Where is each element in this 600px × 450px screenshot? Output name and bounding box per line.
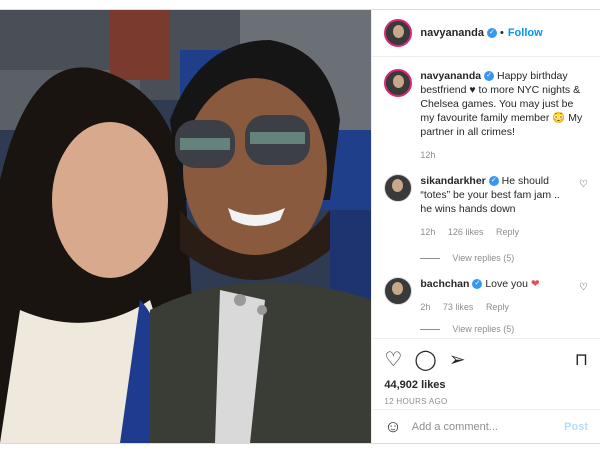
like-comment-heart-icon[interactable]: ♡ xyxy=(579,178,588,192)
reply-button[interactable]: Reply xyxy=(486,302,509,312)
comment-avatar[interactable] xyxy=(384,277,413,305)
caption-username[interactable]: navyananda xyxy=(420,70,481,82)
comment-username[interactable]: sikandarkher xyxy=(420,175,485,187)
view-replies-label[interactable]: View replies (5) xyxy=(452,251,514,265)
divider xyxy=(420,257,441,259)
comment-time: 2h xyxy=(420,302,431,312)
emoji-icon[interactable]: ☺ xyxy=(384,417,401,437)
caption: navyananda ✓ Happy birthday bestfriend ♥ … xyxy=(384,69,588,162)
comment-likes[interactable]: 126 likes xyxy=(448,227,484,237)
view-replies[interactable]: View replies (5) xyxy=(420,251,588,265)
comment-time: 12h xyxy=(420,227,436,237)
avatar[interactable] xyxy=(384,19,413,47)
comment-row: sikandarkher ✓ He should “totes” be your … xyxy=(384,174,588,239)
comment-likes[interactable]: 73 likes xyxy=(443,302,474,312)
comment-input[interactable]: Add a comment... xyxy=(412,421,564,433)
view-replies[interactable]: View replies (5) xyxy=(420,322,588,336)
comment-text: Love you xyxy=(485,278,528,290)
post-actions: ♡ ◯ ➢ ⊓ 44,902 likes 12 HOURS AGO xyxy=(372,338,600,406)
verified-badge-icon: ✓ xyxy=(472,279,483,290)
reply-button[interactable]: Reply xyxy=(496,227,519,237)
selfie-image xyxy=(0,10,372,443)
share-icon[interactable]: ➢ xyxy=(449,350,466,370)
caption-time: 12h xyxy=(420,150,436,160)
comment-username[interactable]: bachchan xyxy=(420,278,469,290)
post-comment-button[interactable]: Post xyxy=(564,421,588,433)
post-header: navyananda ✓ • Follow xyxy=(372,10,600,57)
likes-count[interactable]: 44,902 likes xyxy=(384,379,588,391)
comment-icon[interactable]: ◯ xyxy=(414,350,436,370)
post-photo[interactable] xyxy=(0,10,372,443)
divider xyxy=(420,328,441,330)
verified-badge-icon: ✓ xyxy=(488,176,499,187)
add-comment-bar: ☺ Add a comment... Post xyxy=(372,409,600,443)
comment-row: bachchan ✓ Love you ❤ 2h 73 likes Reply ♡ xyxy=(384,277,588,314)
post-time: 12 HOURS AGO xyxy=(384,397,448,406)
instagram-post: navyananda ✓ • Follow navyananda ✓ Happy … xyxy=(0,9,600,444)
separator-dot: • xyxy=(499,27,504,39)
red-heart-icon: ❤ xyxy=(530,278,540,290)
verified-badge-icon: ✓ xyxy=(486,28,497,38)
like-comment-heart-icon[interactable]: ♡ xyxy=(579,281,588,295)
heart-icon[interactable]: ♡ xyxy=(384,350,402,370)
comments-section: navyananda ✓ Happy birthday bestfriend ♥ … xyxy=(372,57,600,336)
post-sidebar: navyananda ✓ • Follow navyananda ✓ Happy … xyxy=(371,10,600,443)
follow-button[interactable]: Follow xyxy=(508,27,543,39)
caption-avatar[interactable] xyxy=(384,69,413,97)
comment-avatar[interactable] xyxy=(384,174,413,202)
bookmark-icon[interactable]: ⊓ xyxy=(575,350,588,370)
view-replies-label[interactable]: View replies (5) xyxy=(452,322,514,336)
verified-badge-icon: ✓ xyxy=(484,71,495,82)
header-username[interactable]: navyananda xyxy=(420,27,484,39)
